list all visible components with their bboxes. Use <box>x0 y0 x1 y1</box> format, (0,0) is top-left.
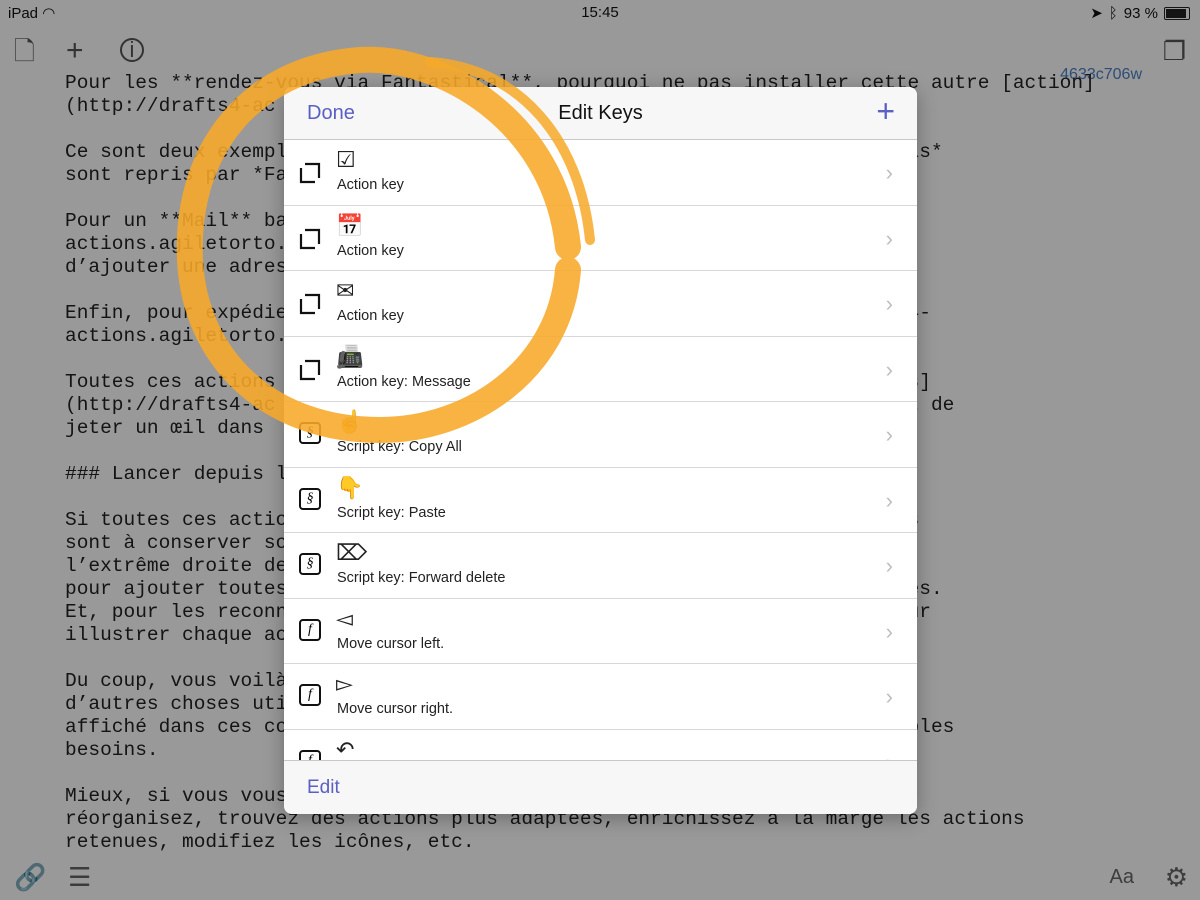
triangle-left-emoji: ◅ <box>336 605 353 631</box>
key-row[interactable]: f ▻ Move cursor right. › <box>284 664 917 730</box>
key-row[interactable]: § ☝ Script key: Copy All › <box>284 402 917 468</box>
pointing-up-emoji: ☝ <box>336 409 364 434</box>
edit-button[interactable]: Edit <box>307 777 340 799</box>
chevron-right-icon: › <box>885 356 893 382</box>
key-label: Move cursor left. <box>337 635 445 652</box>
key-label: Move cursor right. <box>337 701 454 717</box>
key-label: Script key: Paste <box>337 504 446 521</box>
add-key-button[interactable]: + <box>876 95 895 127</box>
checkbox-emoji: ☑ <box>336 147 356 172</box>
key-row[interactable]: ☑ Action key › <box>284 140 917 206</box>
key-label: Script key: Forward delete <box>337 570 506 586</box>
key-row[interactable]: § ⌦ Script key: Forward delete › <box>284 533 917 599</box>
key-label: Action key: Message <box>337 373 471 390</box>
key-row[interactable]: 📅 Action key › <box>284 206 917 271</box>
chevron-right-icon: › <box>885 160 893 185</box>
key-label: Script key: Copy All <box>337 439 462 455</box>
modal-header: Done Edit Keys + <box>284 87 917 140</box>
key-list: ☑ Action key › 📅 Action key › ✉ Action key › 📠 Act… <box>284 140 917 760</box>
chevron-right-icon: › <box>885 225 893 251</box>
triangle-right-emoji: ▻ <box>336 671 353 696</box>
status-dim <box>0 0 1200 24</box>
chevron-right-icon: › <box>886 750 893 761</box>
pointing-down-emoji: 👇 <box>336 474 364 500</box>
key-row[interactable]: f↶Undo last changes› <box>284 730 917 761</box>
action-key-icon <box>299 291 321 315</box>
chevron-right-icon: › <box>885 422 893 447</box>
script-key-icon: § <box>299 553 321 577</box>
delete-right-emoji: ⌦ <box>336 540 368 565</box>
undo-arrow-emoji: ↶ <box>336 736 355 760</box>
chevron-right-icon: › <box>885 618 893 644</box>
action-key-icon <box>299 160 321 184</box>
function-key-icon: f <box>299 618 321 643</box>
key-row[interactable]: f ◅ Move cursor left. › <box>284 599 917 664</box>
action-key-icon <box>299 226 321 250</box>
modal-title: Edit Keys <box>558 102 643 124</box>
key-row[interactable]: § 👇 Script key: Paste › <box>284 468 917 533</box>
envelope-emoji: ✉ <box>336 278 355 303</box>
key-row[interactable]: ✉ Action key › <box>284 271 917 337</box>
key-label: Action key <box>337 308 404 324</box>
action-key-icon <box>299 357 321 381</box>
script-key-icon: § <box>299 422 321 446</box>
key-label: Action key <box>337 242 404 259</box>
modal-footer: Edit <box>284 760 917 814</box>
fax-emoji: 📠 <box>336 343 364 369</box>
chevron-right-icon: › <box>885 487 893 513</box>
key-row[interactable]: 📠 Action key: Message › <box>284 337 917 402</box>
function-key-icon: f <box>299 684 321 708</box>
script-key-icon: § <box>299 487 321 512</box>
chevron-right-icon: › <box>885 684 893 709</box>
chevron-right-icon: › <box>885 291 893 316</box>
calendar-emoji: 📅 <box>336 212 364 238</box>
edit-keys-modal: Done Edit Keys + ☑ Action key › 📅 Action key… <box>284 87 917 814</box>
function-key-icon: f <box>299 749 321 760</box>
chevron-right-icon: › <box>885 553 893 578</box>
key-label: Action key <box>337 177 404 193</box>
